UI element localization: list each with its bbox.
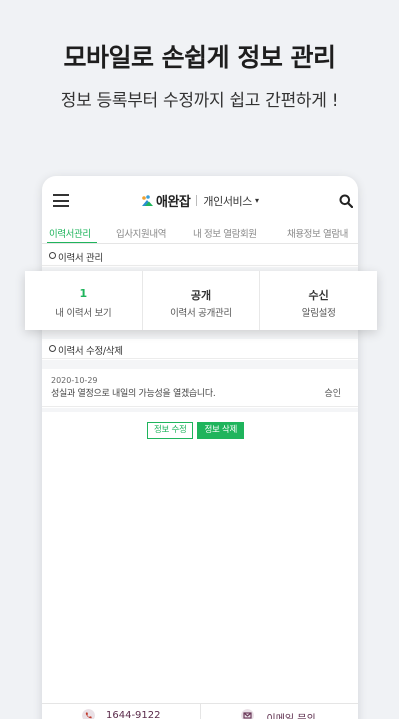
bullet-circle-icon bbox=[49, 252, 56, 259]
bullet-circle-icon bbox=[49, 345, 56, 352]
tab-applications[interactable]: 입사지원내역 bbox=[116, 226, 166, 240]
search-icon[interactable] bbox=[339, 194, 353, 208]
section-title: 이력서 관리 bbox=[58, 253, 103, 264]
resume-stats-card: 1 내 이력서 보기 공개 이력서 공개관리 수신 알림설정 bbox=[25, 271, 377, 330]
promo-title: 모바일로 손쉽게 정보 관리 bbox=[63, 43, 336, 72]
stat-label: 이력서 공개관리 bbox=[170, 308, 232, 319]
section-resume-manage: 이력서 관리 bbox=[42, 246, 358, 266]
email-contact[interactable]: 이메일 문의 bbox=[199, 704, 359, 719]
promo-subtitle: 정보 등록부터 수정까지 쉽고 간편하게 ! bbox=[60, 91, 339, 111]
section-gap bbox=[42, 408, 358, 412]
record-title: 성실과 열정으로 내일의 가능성을 열겠습니다. bbox=[51, 389, 216, 399]
stat-label: 알림설정 bbox=[301, 308, 336, 319]
active-tab-indicator bbox=[47, 242, 97, 243]
stat-value: 1 bbox=[79, 287, 88, 300]
brand-name: 애완잡 bbox=[156, 195, 191, 210]
brand-divider bbox=[196, 195, 198, 206]
stat-label: 내 이력서 보기 bbox=[55, 308, 112, 319]
brand[interactable]: 애완잡 개인서비스 ▾ bbox=[140, 191, 259, 210]
mail-icon bbox=[240, 709, 254, 719]
status-badge: 승인 bbox=[324, 389, 341, 399]
stat-value: 공개 bbox=[190, 289, 212, 302]
tab-bar: 이력서관리 입사지원내역 내 정보 열람회원 채용정보 열람내 bbox=[42, 220, 358, 244]
delete-info-button[interactable]: 정보 삭제 bbox=[197, 422, 244, 439]
edit-info-button[interactable]: 정보 수정 bbox=[147, 422, 194, 439]
stat-my-resume[interactable]: 1 내 이력서 보기 bbox=[25, 271, 142, 330]
hamburger-menu-icon[interactable] bbox=[53, 194, 69, 207]
phone-screen: 애완잡 개인서비스 ▾ 이력서관리 입사지원내역 내 정보 열람회원 채용정보 … bbox=[42, 176, 358, 719]
tab-resume-manage[interactable]: 이력서관리 bbox=[49, 226, 91, 240]
phone-icon bbox=[82, 709, 95, 719]
service-selector[interactable]: 개인서비스 bbox=[203, 193, 252, 209]
stat-value: 수신 bbox=[308, 289, 329, 302]
stat-public[interactable]: 공개 이력서 공개관리 bbox=[141, 271, 260, 330]
email-inquiry: 이메일 문의 bbox=[267, 710, 316, 719]
section-gap bbox=[42, 360, 358, 369]
tab-profile-viewers[interactable]: 내 정보 열람회원 bbox=[193, 226, 257, 240]
phone-contact[interactable]: 1644-9122 bbox=[42, 704, 200, 719]
record-date: 2020-10-29 bbox=[51, 376, 98, 385]
section-title: 이력서 수정/삭제 bbox=[58, 346, 123, 357]
section-resume-edit: 이력서 수정/삭제 bbox=[42, 339, 358, 359]
action-buttons: 정보 수정 정보 삭제 bbox=[147, 422, 244, 439]
resume-record[interactable]: 2020-10-29 성실과 열정으로 내일의 가능성을 열겠습니다. 승인 bbox=[42, 369, 358, 407]
contact-footer: 1644-9122 이메일 문의 bbox=[42, 703, 358, 719]
paw-logo-icon bbox=[142, 194, 153, 206]
stat-notification[interactable]: 수신 알림설정 bbox=[259, 271, 377, 330]
app-bar: 애완잡 개인서비스 ▾ bbox=[42, 176, 358, 220]
phone-number: 1644-9122 bbox=[106, 710, 161, 719]
tab-job-views[interactable]: 채용정보 열람내 bbox=[287, 226, 348, 240]
chevron-down-icon[interactable]: ▾ bbox=[255, 196, 259, 205]
